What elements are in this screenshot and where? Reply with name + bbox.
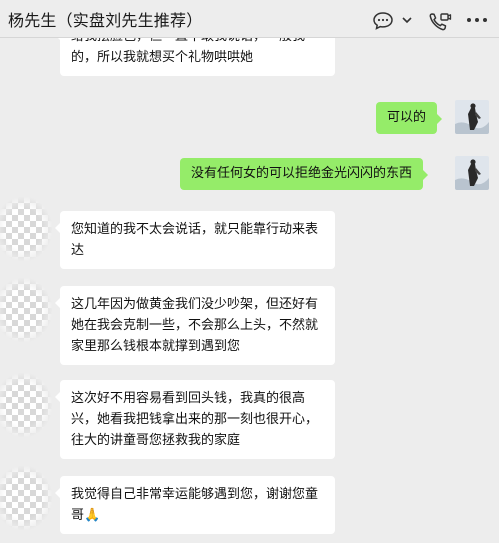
message-bubble-left[interactable]: 这几年因为做黄金我们没少吵架，但还好有她在我会克制一些，不会那么上头，不然就家里… [55,286,335,365]
message-bubble-right[interactable]: 可以的 [376,102,443,134]
message-text: 这几年因为做黄金我们没少吵架，但还好有她在我会克制一些，不会那么上头，不然就家里… [71,297,319,354]
chevron-down-icon[interactable] [401,15,413,25]
chat-title: 杨先生（实盘刘先生推荐） [8,11,203,30]
chat-header: 杨先生（实盘刘先生推荐） [0,0,499,38]
self-avatar[interactable] [455,156,489,190]
chat-area[interactable]: 给我摆脸色，但一直不敢我说话，一般我的，所以我就想买个礼物哄哄她 可以的 没有任… [0,38,499,543]
pray-emoji-icon: 🙏 [84,508,101,523]
message-bubble-left[interactable]: 您知道的我不太会说话，就只能靠行动来表达 [55,211,335,269]
message-bubble-right[interactable]: 没有任何女的可以拒绝金光闪闪的东西 [180,158,429,190]
message-text: 没有任何女的可以拒绝金光闪闪的东西 [191,166,413,181]
message-bubble-left[interactable]: 这次好不用容易看到回头钱，我真的很高兴，她看我把钱拿出来的那一刻也很开心，往大的… [55,380,335,459]
contact-avatar[interactable] [0,278,52,342]
message-text: 我觉得自己非常幸运能够遇到您，谢谢您童哥 [71,487,319,523]
message-text: 可以的 [387,110,427,125]
chat-bubble-icon[interactable] [372,11,394,31]
message-bubble-left[interactable]: 给我摆脸色，但一直不敢我说话，一般我的，所以我就想买个礼物哄哄她 [55,38,335,76]
more-icon[interactable] [466,17,488,23]
contact-avatar[interactable] [0,466,52,530]
message-text: 您知道的我不太会说话，就只能靠行动来表达 [71,222,319,258]
message-bubble-left[interactable]: 我觉得自己非常幸运能够遇到您，谢谢您童哥🙏 [55,476,335,534]
contact-avatar[interactable] [0,373,52,437]
contact-avatar[interactable] [0,197,52,261]
video-call-icon[interactable] [428,11,452,33]
message-text: 这次好不用容易看到回头钱，我真的很高兴，她看我把钱拿出来的那一刻也很开心，往大的… [71,391,319,448]
message-text: 给我摆脸色，但一直不敢我说话，一般我的，所以我就想买个礼物哄哄她 [71,38,305,65]
self-avatar[interactable] [455,100,489,134]
